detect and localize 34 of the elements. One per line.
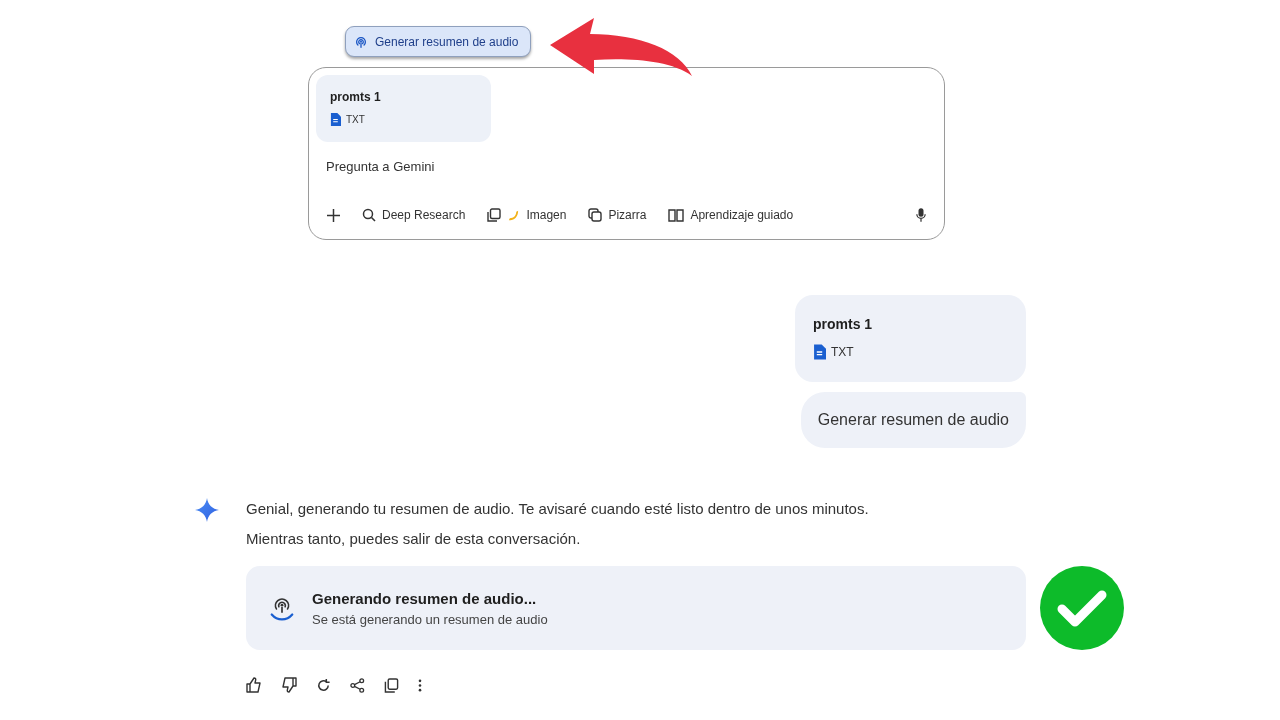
sparkle-icon bbox=[195, 498, 219, 522]
card-subtitle: Se está generando un resumen de audio bbox=[312, 611, 548, 627]
tool-button[interactable]: Deep Research bbox=[362, 208, 466, 222]
document-icon bbox=[813, 344, 826, 360]
more-icon[interactable] bbox=[418, 678, 422, 692]
response-text: Mientras tanto, puedes salir de esta conversación. bbox=[246, 529, 582, 549]
document-icon bbox=[330, 113, 341, 126]
gallery-icon bbox=[487, 208, 502, 222]
microphone-icon[interactable] bbox=[916, 208, 926, 222]
canvas-icon bbox=[588, 208, 603, 222]
book-icon bbox=[668, 208, 685, 222]
check-icon bbox=[1040, 566, 1124, 650]
file-type: TXT bbox=[831, 345, 854, 359]
tool-button[interactable]: Imagen bbox=[487, 208, 567, 222]
thumbs-up-icon[interactable] bbox=[246, 677, 262, 693]
response-text: Genial, generando tu resumen de audio. Te avisaré cuando esté listo dentro de unos minutos. bbox=[246, 499, 870, 519]
podcast-icon bbox=[354, 34, 368, 49]
thumbs-down-icon[interactable] bbox=[281, 677, 297, 693]
card-title: Generando resumen de audio... bbox=[312, 589, 538, 607]
file-name: promts 1 bbox=[813, 316, 874, 332]
file-attachment[interactable]: promts 1 TXT bbox=[316, 75, 491, 142]
file-name: promts 1 bbox=[330, 90, 382, 104]
file-attachment[interactable]: promts 1 TXT bbox=[795, 295, 1026, 382]
prompt-input[interactable]: Pregunta a Gemini bbox=[326, 159, 926, 174]
file-type: TXT bbox=[346, 114, 365, 125]
share-icon[interactable] bbox=[350, 677, 365, 693]
tool-button[interactable]: Aprendizaje guiado bbox=[668, 208, 794, 222]
plus-icon[interactable] bbox=[327, 208, 340, 222]
copy-icon[interactable] bbox=[384, 677, 399, 693]
user-message: Generar resumen de audio bbox=[800, 392, 1026, 448]
tool-button[interactable]: Pizarra bbox=[588, 208, 647, 222]
search-icon bbox=[362, 208, 376, 222]
refresh-icon[interactable] bbox=[316, 677, 331, 693]
generate-audio-summary-button[interactable]: Generar resumen de audio bbox=[345, 26, 532, 57]
